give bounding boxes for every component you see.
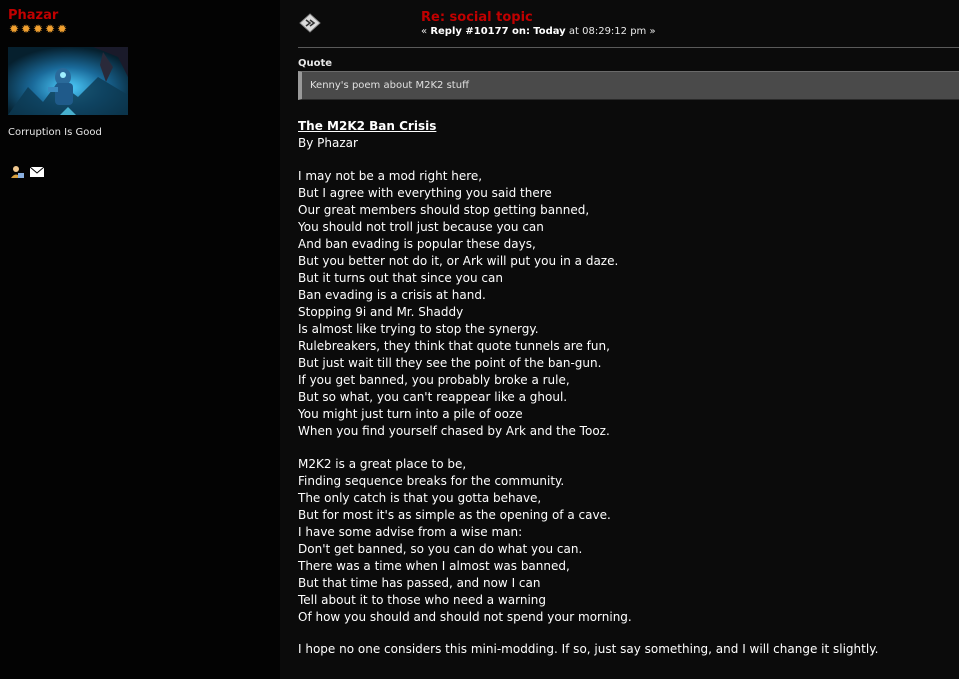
star-icon: ✹ [56, 22, 68, 36]
reply-number: Reply #10177 on: [430, 26, 531, 37]
poem-line: I have some advise from a wise man: [298, 525, 523, 539]
rank-stars: ✹ ✹ ✹ ✹ ✹ [8, 23, 68, 35]
post-icon [298, 13, 322, 33]
post-title-link[interactable]: Re: social topic [421, 10, 533, 25]
poem-stanza-2: M2K2 is a great place to be, Finding seq… [298, 456, 632, 626]
poster-username[interactable]: Phazar [8, 8, 58, 23]
post-day: Today [533, 26, 566, 37]
star-icon: ✹ [8, 22, 20, 36]
poem-line: But for most it's as simple as the openi… [298, 508, 611, 522]
poem-line: Of how you should and should not spend y… [298, 610, 632, 624]
poem-line: But just wait till they see the point of… [298, 356, 602, 370]
meta-suffix: » [649, 26, 656, 37]
poem-line: Is almost like trying to stop the synerg… [298, 322, 539, 336]
poem-line: The only catch is that you gotta behave, [298, 491, 542, 505]
personal-text: Corruption Is Good [8, 127, 102, 138]
quote-block: Kenny's poem about M2K2 stuff [298, 71, 959, 100]
star-icon: ✹ [44, 22, 56, 36]
poster-panel: Phazar ✹ ✹ ✹ ✹ ✹ Corruption Is Good [0, 0, 280, 679]
poem-line: And ban evading is popular these days, [298, 237, 536, 251]
poem-line: But it turns out that since you can [298, 271, 503, 285]
poem-line: When you find yourself chased by Ark and… [298, 424, 610, 438]
avatar [8, 47, 128, 115]
post-body: Re: social topic « Reply #10177 on: Toda… [280, 0, 959, 679]
poem-line: Our great members should stop getting ba… [298, 203, 590, 217]
poem-line: Ban evading is a crisis at hand. [298, 288, 486, 302]
meta-prefix: « [421, 26, 428, 37]
star-icon: ✹ [20, 22, 32, 36]
poem-line: I may not be a mod right here, [298, 169, 483, 183]
email-icon[interactable] [29, 164, 45, 178]
post-meta: « Reply #10177 on: Today at 08:29:12 pm … [421, 26, 656, 37]
closing-text: I hope no one considers this mini-moddin… [298, 642, 879, 656]
poem-title: The M2K2 Ban Crisis [298, 119, 437, 133]
poem-line: Rulebreakers, they think that quote tunn… [298, 339, 610, 353]
poem-line: There was a time when I almost was banne… [298, 559, 570, 573]
quote-text: Kenny's poem about M2K2 stuff [310, 80, 469, 91]
poem-line: Finding sequence breaks for the communit… [298, 474, 565, 488]
poem-line: But I agree with everything you said the… [298, 186, 552, 200]
profile-icon[interactable] [9, 164, 25, 178]
poem-line: If you get banned, you probably broke a … [298, 373, 570, 387]
poem-line: Stopping 9i and Mr. Shaddy [298, 305, 464, 319]
poem-line: You might just turn into a pile of ooze [298, 407, 523, 421]
poem-line: Tell about it to those who need a warnin… [298, 593, 547, 607]
star-icon: ✹ [32, 22, 44, 36]
post-time: at 08:29:12 pm [568, 26, 647, 37]
poem-stanza-1: I may not be a mod right here, But I agr… [298, 168, 618, 440]
quote-label: Quote [298, 58, 333, 69]
poem-line: But so what, you can't reappear like a g… [298, 390, 568, 404]
poem-author: By Phazar [298, 136, 358, 150]
poem-line: But that time has passed, and now I can [298, 576, 541, 590]
poem-line: M2K2 is a great place to be, [298, 457, 467, 471]
poem-line: Don't get banned, so you can do what you… [298, 542, 583, 556]
poem-line: You should not troll just because you ca… [298, 220, 544, 234]
poem-line: But you better not do it, or Ark will pu… [298, 254, 619, 268]
profile-icons [9, 164, 45, 178]
header-divider [298, 47, 959, 48]
